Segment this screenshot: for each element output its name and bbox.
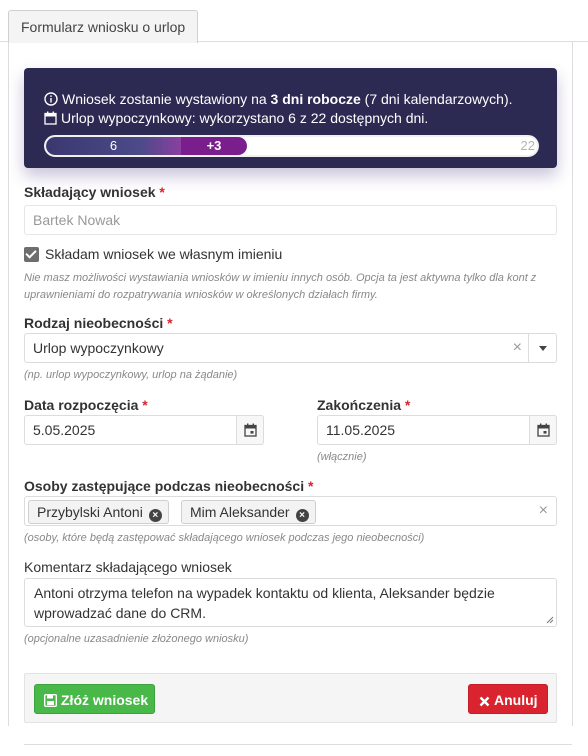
comment-text: Antoni otrzyma telefon na wypadek kontak…	[34, 585, 495, 621]
applicant-label-text: Składający wniosek	[24, 184, 156, 200]
applicant-field: Bartek Nowak	[24, 205, 557, 235]
required-mark: *	[142, 397, 148, 413]
comment-help: (opcjonalne uzasadnienie złożonego wnios…	[24, 633, 249, 645]
submit-button[interactable]: Złóż wniosek	[34, 684, 155, 714]
end-date-value: 11.05.2025	[326, 422, 396, 438]
start-date-label-text: Data rozpoczęcia	[24, 397, 139, 413]
info-circle-icon	[44, 92, 58, 110]
calendar-icon	[44, 111, 57, 129]
close-icon	[479, 687, 490, 717]
summary-suffix: (7 dni kalendarzowych).	[360, 91, 513, 107]
end-date-input[interactable]: 11.05.2025	[317, 415, 557, 445]
substitute-tag-label: Mim Aleksander	[190, 504, 290, 520]
substitute-tag-label: Przybylski Antoni	[37, 504, 143, 520]
comment-textarea[interactable]: Antoni otrzyma telefon na wypadek kontak…	[24, 578, 557, 627]
chevron-down-icon[interactable]	[528, 334, 556, 362]
substitutes-label: Osoby zastępujące podczas nieobecności *	[24, 478, 313, 494]
absence-type-value: Urlop wypoczynkowy	[33, 340, 164, 356]
end-date-label-text: Zakończenia	[317, 397, 402, 413]
absence-type-select[interactable]: Urlop wypoczynkowy ×	[24, 333, 557, 363]
end-date-help: (włącznie)	[317, 451, 367, 463]
leave-summary-box: Wniosek zostanie wystawiony na 3 dni rob…	[24, 68, 557, 168]
summary-prefix: Wniosek zostanie wystawiony na	[62, 91, 271, 107]
form-actions: Złóż wniosek Anuluj	[24, 673, 557, 723]
start-date-value: 5.05.2025	[33, 422, 96, 438]
own-name-label[interactable]: Składam wniosek we własnym imieniu	[45, 246, 282, 262]
cancel-button[interactable]: Anuluj	[468, 684, 548, 714]
substitute-tag: Mim Aleksander ×	[181, 500, 316, 524]
clear-selection-icon[interactable]: ×	[539, 503, 548, 519]
tab-leave-request-form[interactable]: Formularz wniosku o urlop	[8, 10, 199, 43]
cancel-button-label: Anuluj	[494, 692, 538, 708]
substitutes-label-text: Osoby zastępujące podczas nieobecności	[24, 478, 305, 494]
substitute-tag: Przybylski Antoni ×	[28, 500, 169, 524]
required-mark: *	[159, 184, 165, 200]
required-mark: *	[307, 478, 314, 494]
progress-used-segment: 6	[46, 137, 181, 155]
remove-tag-icon[interactable]: ×	[148, 509, 162, 522]
working-days-summary: Wniosek zostanie wystawiony na 3 dni rob…	[44, 90, 513, 110]
balance-text: Urlop wypoczynkowy: wykorzystano 6 z 22 …	[61, 110, 429, 126]
applicant-label: Składający wniosek *	[24, 184, 165, 200]
progress-total-label: 22	[520, 138, 535, 153]
absence-type-help: (np. urlop wypoczynkowy, urlop na żądani…	[24, 369, 238, 381]
substitutes-help: (osoby, które będą zastępować składające…	[24, 532, 425, 544]
progress-requested-segment: +3	[181, 137, 247, 155]
start-date-label: Data rozpoczęcia *	[24, 397, 148, 413]
leave-balance-summary: Urlop wypoczynkowy: wykorzystano 6 z 22 …	[44, 109, 428, 129]
summary-days: 3 dni robocze	[270, 91, 361, 107]
calendar-picker-icon[interactable]	[529, 415, 557, 445]
end-date-label: Zakończenia *	[317, 397, 410, 413]
required-mark: *	[167, 315, 173, 331]
save-icon	[43, 687, 58, 717]
bottom-divider	[24, 744, 572, 745]
resize-handle-icon[interactable]	[546, 616, 554, 624]
comment-label: Komentarz składającego wniosek	[24, 559, 232, 575]
absence-type-label: Rodzaj nieobecności *	[24, 315, 173, 331]
tab-bar: Formularz wniosku o urlop	[0, 0, 588, 43]
absence-type-label-text: Rodzaj nieobecności	[24, 315, 164, 331]
leave-progress-bar: 6 +3 22	[44, 135, 539, 157]
start-date-input[interactable]: 5.05.2025	[24, 415, 264, 445]
own-name-help: Nie masz możliwości wystawiania wniosków…	[24, 272, 537, 301]
remove-tag-icon[interactable]: ×	[295, 509, 309, 522]
own-name-checkbox[interactable]	[24, 247, 39, 262]
required-mark: *	[404, 397, 411, 413]
calendar-picker-icon[interactable]	[236, 415, 264, 445]
substitutes-multiselect[interactable]: Przybylski Antoni × Mim Aleksander × ×	[24, 496, 557, 526]
clear-selection-icon[interactable]: ×	[513, 340, 522, 356]
submit-button-label: Złóż wniosek	[61, 692, 149, 708]
